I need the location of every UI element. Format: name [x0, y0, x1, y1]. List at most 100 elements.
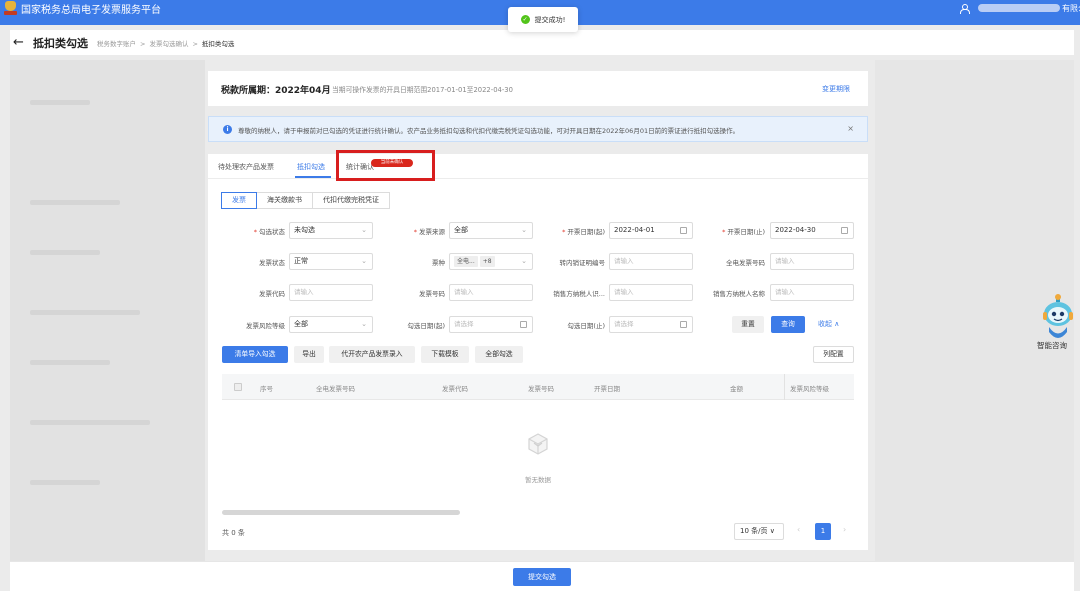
- check-date-start-label: 勾选日期(起): [407, 322, 445, 330]
- reset-button[interactable]: 重置: [732, 316, 764, 333]
- breadcrumb-current: 抵扣类勾选: [201, 39, 235, 48]
- export-button[interactable]: 导出: [294, 346, 324, 363]
- invoice-no-input[interactable]: 请输入: [449, 284, 533, 301]
- chevron-down-icon: ⌄: [361, 320, 367, 328]
- risk-level-dropdown[interactable]: 全部 ⌄: [289, 316, 373, 333]
- frozen-column-divider: [784, 374, 785, 400]
- query-button[interactable]: 查询: [771, 316, 805, 333]
- select-status-label: * 勾选状态: [253, 228, 285, 236]
- assistant-label[interactable]: 智能咨询: [1037, 340, 1067, 351]
- highlight-annotation-box: [336, 150, 435, 181]
- chevron-down-icon: ⌄: [521, 226, 527, 234]
- col-seq: 序号: [260, 385, 273, 393]
- tab-deduction-select[interactable]: 抵扣勾选: [297, 162, 325, 172]
- col-invoice-code: 发票代码: [442, 385, 468, 393]
- notice-banner: i 尊敬的纳税人，请于申报前对已勾选的凭证进行统计确认。农产品业务抵扣勾选和代扣…: [208, 116, 868, 142]
- col-risk-level: 发票风险等级: [790, 385, 829, 393]
- current-page[interactable]: 1: [815, 523, 831, 540]
- chevron-down-icon: ⌄: [361, 226, 367, 234]
- period-range: 当期可操作发票的开具日期范围2017-01-01至2022-04-30: [332, 86, 513, 94]
- horizontal-scrollbar[interactable]: [222, 510, 460, 515]
- check-date-start-picker[interactable]: 请选择: [449, 316, 533, 333]
- column-config-button[interactable]: 列配置: [813, 346, 854, 363]
- subtab-invoice[interactable]: 发票: [221, 192, 257, 209]
- page-header: ← 抵扣类勾选 税务数字账户 > 发票勾选确认 > 抵扣类勾选: [10, 30, 1074, 55]
- change-period-link[interactable]: 变更期限: [822, 84, 850, 94]
- breadcrumb-item[interactable]: 发票勾选确认: [149, 40, 188, 48]
- invoice-status-label: 发票状态: [259, 259, 285, 267]
- check-date-end-label: 勾选日期(止): [567, 322, 605, 330]
- breadcrumb: 税务数字账户 > 发票勾选确认 > 抵扣类勾选: [97, 38, 234, 48]
- issue-date-start-label: * 开票日期(起): [562, 228, 605, 236]
- user-name-redacted: [978, 4, 1060, 12]
- app-title: 国家税务总局电子发票服务平台: [21, 5, 161, 16]
- ticket-type-label: 票种: [432, 259, 445, 267]
- transfer-no-input[interactable]: 请输入: [609, 253, 693, 270]
- bottom-action-bar: 提交勾选: [10, 561, 1074, 591]
- issue-date-start-picker[interactable]: 2022-04-01: [609, 222, 693, 239]
- download-template-button[interactable]: 下载模板: [421, 346, 469, 363]
- subtab-customs[interactable]: 海关缴款书: [256, 192, 313, 209]
- user-menu[interactable]: 有限公司: [960, 2, 1080, 14]
- seller-tax-id-input[interactable]: 请输入: [609, 284, 693, 301]
- table-header: 序号 全电发票号码 发票代码 发票号码 开票日期 金额 发票风险等级: [222, 374, 854, 400]
- select-all-checkbox[interactable]: [234, 383, 242, 391]
- seller-tax-id-label: 销售方纳税人识...: [553, 290, 605, 298]
- seller-name-input[interactable]: 请输入: [770, 284, 854, 301]
- import-select-button[interactable]: 清单导入勾选: [222, 346, 288, 363]
- tab-bar: 待处理农产品发票 抵扣勾选 统计确认 当前未确认: [208, 154, 868, 179]
- invoice-code-input[interactable]: 请输入: [289, 284, 373, 301]
- ticket-type-multiselect[interactable]: 全电... +8 ⌄: [449, 253, 533, 270]
- col-issue-date: 开票日期: [594, 385, 620, 393]
- seller-name-label: 销售方纳税人名称: [713, 290, 765, 298]
- breadcrumb-separator: >: [140, 39, 146, 48]
- transfer-no-label: 转内销证明编号: [559, 259, 606, 267]
- select-status-dropdown[interactable]: 未勾选 ⌄: [289, 222, 373, 239]
- calendar-icon: [520, 321, 527, 328]
- invoice-source-dropdown[interactable]: 全部 ⌄: [449, 222, 533, 239]
- collapse-toggle[interactable]: 收起 ∧: [818, 319, 839, 329]
- page-size-select[interactable]: 10 条/页 ∨: [734, 523, 784, 540]
- tax-period: 税款所属期：2022年04月: [221, 86, 331, 96]
- next-page-icon[interactable]: ›: [843, 525, 846, 534]
- col-invoice-no: 发票号码: [528, 385, 554, 393]
- subtab-withholding[interactable]: 代扣代缴完税凭证: [312, 192, 390, 209]
- risk-level-label: 发票风险等级: [246, 322, 285, 330]
- prev-page-icon[interactable]: ‹: [797, 525, 800, 534]
- check-date-end-picker[interactable]: 请选择: [609, 316, 693, 333]
- page-title: 抵扣类勾选: [33, 36, 88, 50]
- empty-box-icon: [528, 433, 548, 455]
- invoice-source-label: * 发票来源: [413, 228, 445, 236]
- select-all-button[interactable]: 全部勾选: [475, 346, 523, 363]
- breadcrumb-item[interactable]: 税务数字账户: [97, 40, 136, 48]
- tab-pending-agri[interactable]: 待处理农产品发票: [218, 162, 274, 172]
- close-icon[interactable]: ×: [847, 124, 854, 133]
- empty-text: 暂无数据: [525, 476, 551, 484]
- active-tab-indicator: [295, 176, 331, 178]
- calendar-icon: [841, 227, 848, 234]
- agri-invoice-entry-button[interactable]: 代开农产品发票录入: [329, 346, 415, 363]
- issue-date-end-picker[interactable]: 2022-04-30: [770, 222, 854, 239]
- full-invoice-no-label: 全电发票号码: [726, 259, 765, 267]
- toast-message: 提交成功!: [534, 15, 566, 24]
- sub-tab-group: 发票 海关缴款书 代扣代缴完税凭证: [221, 192, 390, 209]
- total-count: 共 0 条: [222, 529, 245, 537]
- submit-selection-button[interactable]: 提交勾选: [513, 568, 571, 586]
- user-icon: [960, 3, 970, 14]
- invoice-code-label: 发票代码: [259, 290, 285, 298]
- company-suffix: 有限公司: [1062, 3, 1080, 13]
- info-icon: i: [223, 125, 232, 134]
- issue-date-end-label: * 开票日期(止): [722, 228, 765, 236]
- check-circle-icon: ✓: [520, 15, 530, 24]
- col-full-invoice-no: 全电发票号码: [316, 385, 355, 393]
- notice-text: 尊敬的纳税人，请于申报前对已勾选的凭证进行统计确认。农产品业务抵扣勾选和代扣代缴…: [238, 127, 740, 135]
- period-card: 税款所属期：2022年04月 当期可操作发票的开具日期范围2017-01-01至…: [208, 71, 868, 106]
- invoice-no-label: 发票号码: [419, 290, 445, 298]
- calendar-icon: [680, 227, 687, 234]
- back-arrow-icon[interactable]: ←: [13, 35, 33, 50]
- tax-emblem-logo: [4, 1, 17, 16]
- background-sidebar: [10, 60, 205, 580]
- invoice-status-dropdown[interactable]: 正常 ⌄: [289, 253, 373, 270]
- chevron-down-icon: ⌄: [521, 257, 527, 265]
- full-invoice-no-input[interactable]: 请输入: [770, 253, 854, 270]
